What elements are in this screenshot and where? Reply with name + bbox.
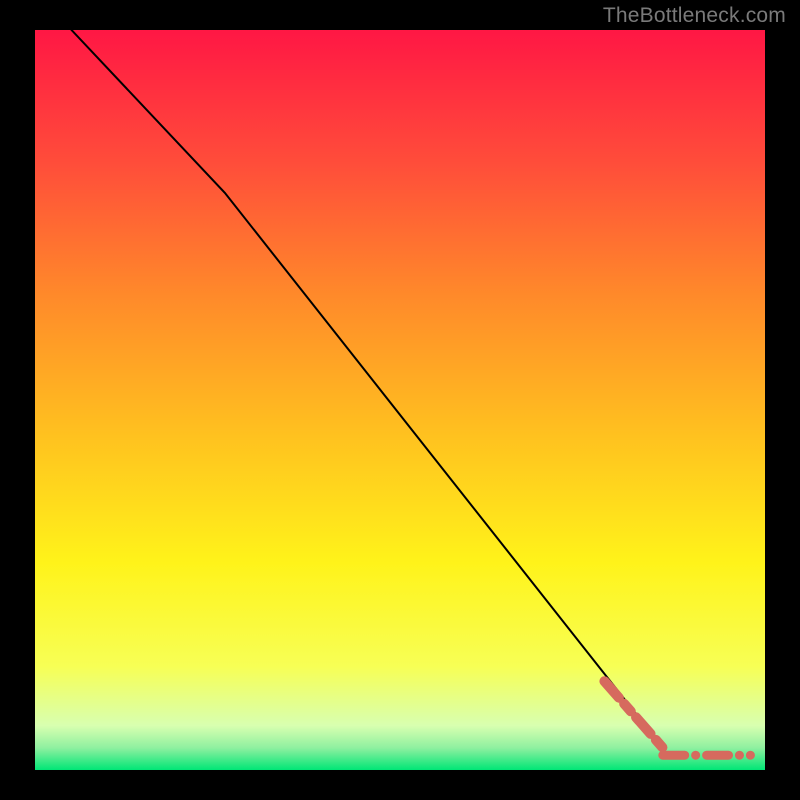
chart-plot-area: [35, 30, 765, 770]
gradient-background: [35, 30, 765, 770]
chart-svg: [35, 30, 765, 770]
watermark-text: TheBottleneck.com: [603, 4, 786, 28]
